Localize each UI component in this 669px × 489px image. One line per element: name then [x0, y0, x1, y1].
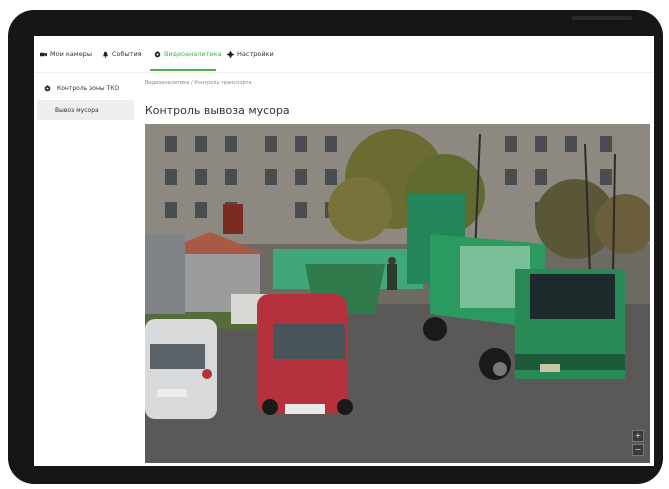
tablet-camera-notch — [572, 16, 632, 20]
nav-item-settings[interactable]: Настройки — [227, 47, 274, 61]
sidebar-header[interactable]: Контроль зоны ТКО — [44, 82, 144, 94]
sidebar-item-label: Вывоз мусора — [55, 106, 99, 114]
nav-item-my-cameras[interactable]: Мои камеры — [40, 47, 92, 61]
camera-frame — [145, 124, 650, 463]
zoom-in-button[interactable]: + — [632, 430, 644, 442]
camera-icon — [40, 52, 47, 56]
nav-item-label: События — [112, 50, 142, 58]
page-title: Контроль вывоза мусора — [145, 104, 290, 117]
gear-icon — [227, 50, 234, 58]
top-nav: Мои камеры События Видеоаналитика Настро… — [34, 36, 654, 73]
camera-video[interactable]: + − — [145, 124, 650, 463]
bell-icon — [103, 51, 108, 58]
nav-item-label: Настройки — [237, 50, 274, 58]
nav-item-label: Видеоаналитика — [164, 50, 222, 58]
zoom-out-button[interactable]: − — [632, 444, 644, 456]
sidebar-header-label: Контроль зоны ТКО — [57, 84, 120, 92]
nav-item-label: Мои камеры — [50, 50, 92, 58]
active-tab-indicator — [150, 69, 216, 71]
nav-item-events[interactable]: События — [102, 47, 142, 61]
analytics-icon — [44, 84, 51, 91]
sidebar-item-garbage-removal[interactable]: Вывоз мусора — [37, 100, 134, 120]
app-screen: Мои камеры События Видеоаналитика Настро… — [34, 36, 654, 466]
analytics-icon — [154, 50, 161, 57]
nav-item-analytics[interactable]: Видеоаналитика — [154, 47, 222, 61]
breadcrumb[interactable]: Видеоаналитика / Контроль транспорта — [145, 80, 252, 86]
